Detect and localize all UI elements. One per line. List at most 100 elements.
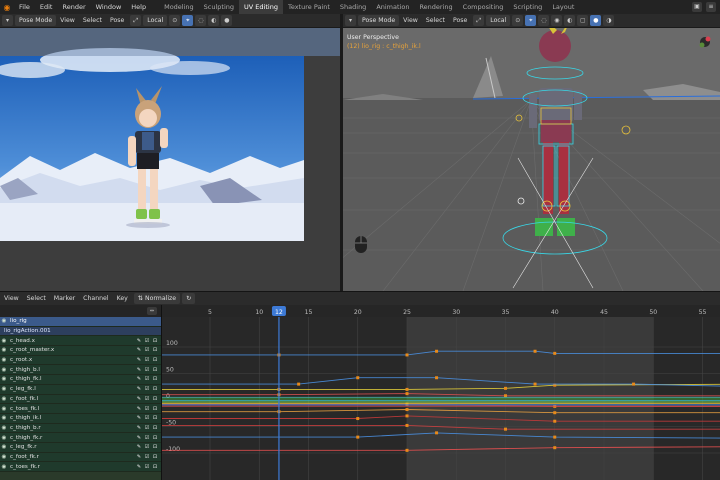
- right-transform-orientation-icon[interactable]: ⤢: [473, 15, 485, 26]
- left-mode-dropdown[interactable]: Pose Mode: [15, 15, 57, 26]
- left-3d-viewport[interactable]: [0, 28, 340, 291]
- refresh-icon[interactable]: ↻: [182, 293, 196, 304]
- channel-row[interactable]: ◉ c_toes_fk.r ✎ ☑ ⊡: [0, 462, 161, 472]
- eye-icon[interactable]: ◉: [0, 338, 8, 344]
- checkbox-icon[interactable]: ☑: [144, 425, 150, 431]
- eye-icon[interactable]: ◉: [0, 415, 8, 421]
- graph-menu-marker[interactable]: Marker: [50, 295, 79, 302]
- graph-menu-select[interactable]: Select: [23, 295, 50, 302]
- right-menu-view[interactable]: View: [399, 17, 422, 24]
- channel-row[interactable]: ◉ c_thigh_b.r ✎ ☑ ⊡: [0, 423, 161, 434]
- eye-icon[interactable]: ◉: [0, 367, 8, 373]
- lock-icon[interactable]: ⊡: [152, 425, 158, 431]
- wrench-icon[interactable]: ✎: [136, 454, 142, 460]
- scene-icon[interactable]: ▣: [692, 2, 702, 12]
- eye-icon[interactable]: ◉: [0, 318, 8, 324]
- channel-row[interactable]: ◉ c_foot_fk.r ✎ ☑ ⊡: [0, 452, 161, 463]
- menu-file[interactable]: File: [14, 3, 35, 11]
- graph-area[interactable]: 5 10 15 20 25 30 35 40 45 50 55 100 50 0 -50 -100 12: [162, 305, 720, 480]
- eye-icon[interactable]: ◉: [0, 357, 8, 363]
- checkbox-icon[interactable]: ☑: [144, 406, 150, 412]
- blender-logo-icon[interactable]: ◉: [0, 0, 14, 14]
- lock-icon[interactable]: ⊡: [152, 444, 158, 450]
- channel-row[interactable]: ◉ c_thigh_b.l ✎ ☑ ⊡: [0, 365, 161, 376]
- proportional-icon[interactable]: ◌: [195, 15, 207, 26]
- graph-menu-channel[interactable]: Channel: [79, 295, 112, 302]
- checkbox-icon[interactable]: ☑: [144, 464, 150, 470]
- graph-menu-view[interactable]: View: [0, 295, 23, 302]
- channel-row[interactable]: ◉ c_thigh_ik.l ✎ ☑ ⊡: [0, 413, 161, 424]
- wrench-icon[interactable]: ✎: [136, 357, 142, 363]
- wrench-icon[interactable]: ✎: [136, 386, 142, 392]
- checkbox-icon[interactable]: ☑: [144, 386, 150, 392]
- channel-row[interactable]: ◉ c_leg_fk.l ✎ ☑ ⊡: [0, 384, 161, 395]
- lock-icon[interactable]: ⊡: [152, 347, 158, 353]
- right-editor-type-icon[interactable]: ▾: [345, 15, 356, 26]
- wrench-icon[interactable]: ✎: [136, 376, 142, 382]
- lock-icon[interactable]: ⊡: [152, 376, 158, 382]
- lock-icon[interactable]: ⊡: [152, 396, 158, 402]
- wrench-icon[interactable]: ✎: [136, 425, 142, 431]
- tab-texture-paint[interactable]: Texture Paint: [283, 0, 335, 14]
- right-3d-viewport[interactable]: User Perspective (12) lio_rig : c_thigh_…: [343, 28, 720, 291]
- eye-icon[interactable]: ◉: [0, 396, 8, 402]
- lock-icon[interactable]: ⊡: [152, 406, 158, 412]
- channel-search-bar[interactable]: ⇔: [0, 305, 161, 317]
- eye-icon[interactable]: ◉: [0, 347, 8, 353]
- tab-compositing[interactable]: Compositing: [458, 0, 509, 14]
- right-orientation-dropdown[interactable]: Local: [486, 15, 511, 26]
- right-solid-shading-icon[interactable]: ●: [590, 15, 602, 26]
- left-menu-pose[interactable]: Pose: [106, 17, 128, 24]
- channel-row[interactable]: ◉ c_thigh_fk.l ✎ ☑ ⊡: [0, 375, 161, 385]
- right-overlay-icon[interactable]: ◐: [564, 15, 576, 26]
- checkbox-icon[interactable]: ☑: [144, 338, 150, 344]
- tab-sculpting[interactable]: Sculpting: [199, 0, 239, 14]
- menu-window[interactable]: Window: [91, 3, 127, 11]
- lock-icon[interactable]: ⊡: [152, 415, 158, 421]
- eye-icon[interactable]: ◉: [0, 454, 8, 460]
- lock-icon[interactable]: ⊡: [152, 464, 158, 470]
- checkbox-icon[interactable]: ☑: [144, 347, 150, 353]
- snap-icon[interactable]: ⌖: [182, 15, 194, 26]
- right-snap-icon[interactable]: ⌖: [525, 15, 537, 26]
- wrench-icon[interactable]: ✎: [136, 444, 142, 450]
- wrench-icon[interactable]: ✎: [136, 406, 142, 412]
- eye-icon[interactable]: ◉: [0, 435, 8, 441]
- checkbox-icon[interactable]: ☑: [144, 357, 150, 363]
- tab-layout[interactable]: Layout: [547, 0, 579, 14]
- left-overlay-icon[interactable]: ◐: [208, 15, 220, 26]
- wrench-icon[interactable]: ✎: [136, 464, 142, 470]
- channel-row[interactable]: ◉ c_root.x ✎ ☑ ⊡: [0, 355, 161, 366]
- right-material-shading-icon[interactable]: ◑: [603, 15, 615, 26]
- checkbox-icon[interactable]: ☑: [144, 444, 150, 450]
- eye-icon[interactable]: ◉: [0, 386, 8, 392]
- channel-row[interactable]: ◉ c_root_master.x ✎ ☑ ⊡: [0, 346, 161, 356]
- right-xray-icon[interactable]: ▢: [577, 15, 589, 26]
- tab-animation[interactable]: Animation: [371, 0, 414, 14]
- transform-orientation-icon[interactable]: ⤢: [130, 15, 142, 26]
- left-menu-view[interactable]: View: [56, 17, 79, 24]
- left-shading-icon[interactable]: ●: [221, 15, 233, 26]
- tab-modeling[interactable]: Modeling: [159, 0, 199, 14]
- lock-icon[interactable]: ⊡: [152, 367, 158, 373]
- wrench-icon[interactable]: ✎: [136, 347, 142, 353]
- menu-render[interactable]: Render: [57, 3, 90, 11]
- lock-icon[interactable]: ⊡: [152, 454, 158, 460]
- right-proportional-icon[interactable]: ◌: [538, 15, 550, 26]
- lock-icon[interactable]: ⊡: [152, 338, 158, 344]
- eye-icon[interactable]: ◉: [0, 406, 8, 412]
- lock-icon[interactable]: ⊡: [152, 357, 158, 363]
- left-orientation-dropdown[interactable]: Local: [143, 15, 168, 26]
- tab-shading[interactable]: Shading: [335, 0, 371, 14]
- eye-icon[interactable]: ◉: [0, 464, 8, 470]
- wrench-icon[interactable]: ✎: [136, 435, 142, 441]
- checkbox-icon[interactable]: ☑: [144, 415, 150, 421]
- eye-icon[interactable]: ◉: [0, 376, 8, 382]
- wrench-icon[interactable]: ✎: [136, 338, 142, 344]
- channel-object-row[interactable]: ◉ lio_rig: [0, 317, 161, 327]
- channel-action-row[interactable]: lio_rigAction.001: [0, 326, 161, 337]
- tab-rendering[interactable]: Rendering: [414, 0, 457, 14]
- menu-edit[interactable]: Edit: [35, 3, 58, 11]
- wrench-icon[interactable]: ✎: [136, 367, 142, 373]
- checkbox-icon[interactable]: ☑: [144, 435, 150, 441]
